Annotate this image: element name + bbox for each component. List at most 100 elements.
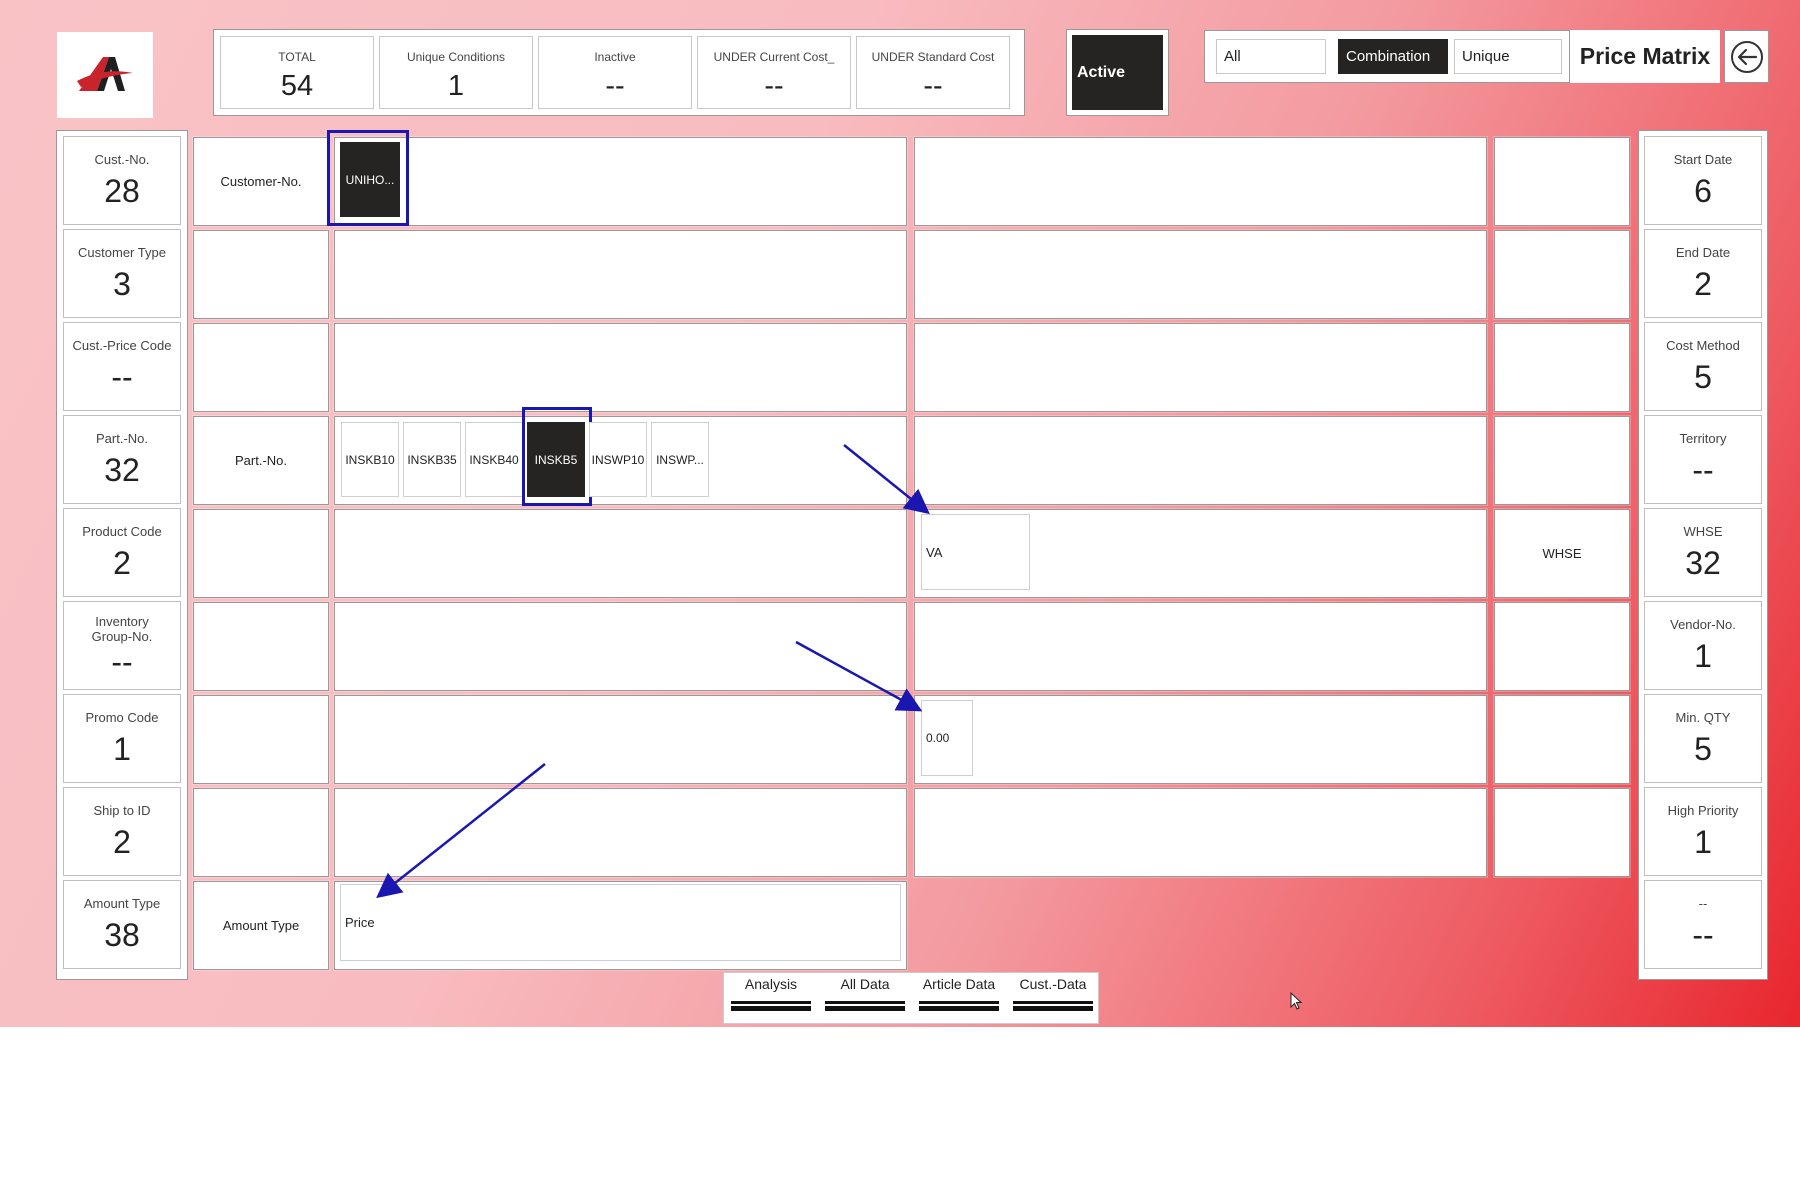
cost-method-slicer: [914, 323, 1487, 412]
back-button[interactable]: [1724, 30, 1769, 83]
toggle-combination[interactable]: Combination: [1338, 39, 1448, 74]
kpi-label: TOTAL: [278, 50, 316, 64]
customer-chip-uniho[interactable]: UNIHO...: [340, 142, 400, 217]
stat-value: --: [1692, 452, 1714, 488]
kpi-value: --: [764, 70, 784, 102]
kpi-unique-conditions[interactable]: Unique Conditions 1: [379, 36, 533, 109]
tab-analysis[interactable]: Analysis: [724, 973, 818, 1025]
row-label-empty: [193, 695, 329, 784]
row-label-empty: [193, 509, 329, 598]
stat-promo-code[interactable]: Promo Code 1: [63, 694, 181, 783]
kpi-value: --: [605, 70, 625, 102]
stat-part-no[interactable]: Part.-No. 32: [63, 415, 181, 504]
start-date-slicer: [914, 137, 1487, 226]
stat-value: --: [1692, 917, 1714, 953]
part-chip-inswp-more[interactable]: INSWP...: [651, 422, 709, 497]
mouse-cursor-icon: [1290, 992, 1303, 1010]
stat-value: 32: [1685, 545, 1721, 581]
end-date-slicer: [914, 230, 1487, 319]
stat-label: --: [1698, 896, 1708, 911]
stat-value: 3: [113, 266, 131, 302]
tab-cust-data[interactable]: Cust.-Data: [1006, 973, 1100, 1025]
stat-value: 38: [104, 917, 140, 953]
min-qty-chip-0[interactable]: 0.00: [921, 700, 973, 776]
stat-label: Territory: [1679, 431, 1727, 446]
tab-all-data[interactable]: All Data: [818, 973, 912, 1025]
kpi-value: 54: [280, 70, 314, 102]
stat-unnamed[interactable]: -- --: [1644, 880, 1762, 969]
whse-label: WHSE: [1494, 509, 1630, 598]
stat-label: Cost Method: [1666, 338, 1740, 353]
ship-to-id-slicer: [334, 788, 907, 877]
tab-article-data[interactable]: Article Data: [912, 973, 1006, 1025]
stat-label: Customer Type: [78, 245, 166, 260]
stat-territory[interactable]: Territory --: [1644, 415, 1762, 504]
kpi-label: UNDER Current Cost_: [713, 50, 835, 64]
stat-label: Product Code: [82, 524, 162, 539]
page-navigation-tabs: Analysis All Data Article Data Cust.-Dat…: [723, 972, 1099, 1024]
page-title: Price Matrix: [1570, 30, 1720, 83]
stat-cust-no[interactable]: Cust.-No. 28: [63, 136, 181, 225]
stat-inventory-group-no[interactable]: Inventory Group-No. --: [63, 601, 181, 690]
aux-cell: [1494, 788, 1630, 877]
active-button-label: Active: [1072, 35, 1163, 110]
aux-cell: [1494, 230, 1630, 319]
kpi-inactive[interactable]: Inactive --: [538, 36, 692, 109]
stat-label: Promo Code: [85, 710, 159, 725]
amount-type-chip-price[interactable]: Price: [340, 884, 901, 961]
kpi-value: 1: [447, 70, 465, 102]
kpi-under-standard-cost[interactable]: UNDER Standard Cost --: [856, 36, 1010, 109]
stat-end-date[interactable]: End Date 2: [1644, 229, 1762, 318]
min-qty-slicer: [914, 695, 1487, 784]
stat-amount-type[interactable]: Amount Type 38: [63, 880, 181, 969]
inventory-group-slicer: [334, 602, 907, 691]
stat-whse[interactable]: WHSE 32: [1644, 508, 1762, 597]
active-filter[interactable]: Active: [1066, 29, 1169, 116]
stat-cust-price-code[interactable]: Cust.-Price Code --: [63, 322, 181, 411]
stat-vendor-no[interactable]: Vendor-No. 1: [1644, 601, 1762, 690]
customer-type-slicer: [334, 230, 907, 319]
stat-value: 2: [113, 824, 131, 860]
stat-label: Vendor-No.: [1670, 617, 1736, 632]
stat-value: 2: [1694, 266, 1712, 302]
stat-start-date[interactable]: Start Date 6: [1644, 136, 1762, 225]
row-label-customer-no: Customer-No.: [193, 137, 329, 226]
promo-code-slicer: [334, 695, 907, 784]
toggle-unique[interactable]: Unique: [1454, 39, 1562, 74]
aux-cell: [1494, 416, 1630, 505]
stat-customer-type[interactable]: Customer Type 3: [63, 229, 181, 318]
stat-label: Start Date: [1673, 152, 1733, 167]
stat-product-code[interactable]: Product Code 2: [63, 508, 181, 597]
part-chip-inskb5[interactable]: INSKB5: [527, 422, 585, 497]
vendor-no-slicer: [914, 602, 1487, 691]
product-code-slicer: [334, 509, 907, 598]
kpi-label: Unique Conditions: [406, 50, 506, 64]
tab-lines-icon: [731, 1001, 811, 1011]
part-chip-inswp10[interactable]: INSWP10: [589, 422, 647, 497]
stat-min-qty[interactable]: Min. QTY 5: [1644, 694, 1762, 783]
stat-high-priority[interactable]: High Priority 1: [1644, 787, 1762, 876]
kpi-value: --: [923, 70, 943, 102]
territory-chip-va[interactable]: VA: [921, 514, 1030, 590]
stat-ship-to-id[interactable]: Ship to ID 2: [63, 787, 181, 876]
stat-value: 2: [113, 545, 131, 581]
tab-lines-icon: [825, 1001, 905, 1011]
part-chip-inskb40[interactable]: INSKB40: [465, 422, 523, 497]
kpi-total[interactable]: TOTAL 54: [220, 36, 374, 109]
part-chip-inskb35[interactable]: INSKB35: [403, 422, 461, 497]
stat-value: 1: [113, 731, 131, 767]
high-priority-slicer: [914, 788, 1487, 877]
toggle-all[interactable]: All: [1216, 39, 1326, 74]
stat-label: Ship to ID: [93, 803, 151, 818]
left-stats-panel: Cust.-No. 28 Customer Type 3 Cust.-Price…: [56, 130, 188, 980]
stat-value: 5: [1694, 731, 1712, 767]
cust-price-code-slicer: [334, 323, 907, 412]
part-chip-inskb10[interactable]: INSKB10: [341, 422, 399, 497]
kpi-strip: TOTAL 54 Unique Conditions 1 Inactive --…: [213, 29, 1025, 116]
stat-label: Amount Type: [83, 896, 161, 911]
stat-label: Min. QTY: [1675, 710, 1731, 725]
stat-cost-method[interactable]: Cost Method 5: [1644, 322, 1762, 411]
aux-cell: [1494, 602, 1630, 691]
stat-label: Part.-No.: [95, 431, 148, 446]
kpi-under-current-cost[interactable]: UNDER Current Cost_ --: [697, 36, 851, 109]
